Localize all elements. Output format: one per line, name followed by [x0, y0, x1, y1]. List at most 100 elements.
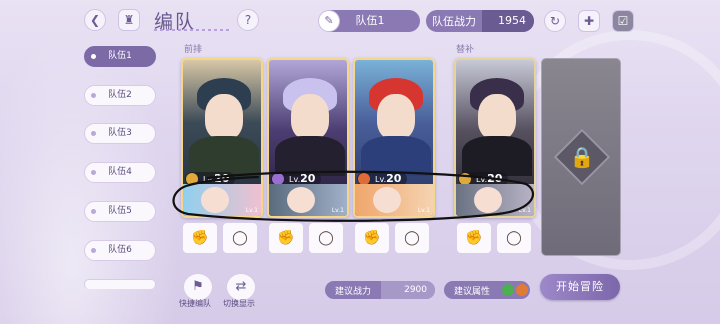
- tab-dot-icon: [91, 131, 96, 136]
- add-team-button[interactable]: ✚: [578, 10, 600, 32]
- refresh-icon: ↻: [549, 14, 561, 28]
- equip-slot-gauntlet[interactable]: ✊: [268, 222, 304, 254]
- support-card[interactable]: Lv.1: [355, 184, 433, 216]
- support-card[interactable]: Lv.1: [269, 184, 347, 216]
- team-tab-3[interactable]: 队伍3: [84, 123, 156, 144]
- start-adventure-button[interactable]: 开始冒险: [540, 274, 620, 300]
- equip-slot-gauntlet[interactable]: ✊: [182, 222, 218, 254]
- recommended-power: 建议战力 2900: [325, 281, 435, 299]
- team-tab-1[interactable]: 队伍1: [84, 46, 156, 67]
- tab-dot-icon: [91, 170, 96, 175]
- level-prefix: Lv.: [203, 175, 215, 184]
- character-body: [462, 136, 532, 176]
- ring-icon: ◯: [506, 230, 522, 246]
- quick-formation-button[interactable]: ⚑: [183, 273, 213, 301]
- gauntlet-icon: ✊: [363, 230, 381, 246]
- ring-icon: ◯: [232, 230, 248, 246]
- tab-dot-icon: [91, 93, 96, 98]
- gauntlet-icon: ✊: [277, 230, 295, 246]
- pen-icon[interactable]: ✎: [318, 10, 340, 32]
- gauntlet-icon: ✊: [191, 230, 209, 246]
- recommended-attribute-label: 建议属性: [454, 286, 491, 297]
- support-level: Lv.1: [245, 207, 258, 214]
- support-portrait: [474, 187, 502, 213]
- swap-arrows-icon: ⇄: [235, 279, 247, 294]
- gauntlet-icon: ✊: [465, 230, 483, 246]
- character-card-1[interactable]: Lv.20 Lv.1: [181, 58, 263, 218]
- fire-attribute-icon: [516, 284, 529, 296]
- back-arrow-icon: ❮: [89, 13, 101, 27]
- recommended-power-value: 2900: [381, 281, 435, 299]
- quick-formation-label: 快捷编队: [179, 299, 211, 308]
- team-name-field[interactable]: ✎ 队伍1: [318, 10, 420, 32]
- support-portrait: [373, 187, 401, 213]
- recommended-attribute: 建议属性: [444, 281, 530, 299]
- refresh-button[interactable]: ↻: [544, 10, 566, 32]
- equip-slot-gauntlet[interactable]: ✊: [456, 222, 492, 254]
- support-portrait: [287, 187, 315, 213]
- level-prefix: Lv.: [375, 175, 387, 184]
- character-card-2[interactable]: Lv.20 Lv.1: [267, 58, 349, 218]
- character-portrait: [291, 94, 329, 140]
- page-title: 编队: [154, 7, 233, 34]
- team-tab-partial[interactable]: [84, 279, 156, 289]
- team-tab-5[interactable]: 队伍5: [84, 201, 156, 222]
- team-tab-4[interactable]: 队伍4: [84, 162, 156, 183]
- team-tab-label: 队伍4: [108, 167, 132, 177]
- front-row-label: 前排: [184, 45, 203, 55]
- character-portrait: [377, 94, 415, 140]
- ring-icon: ◯: [404, 230, 420, 246]
- add-page-icon: ✚: [583, 14, 595, 28]
- castle-icon: ♜: [123, 13, 135, 27]
- character-body: [189, 136, 259, 176]
- nature-attribute-icon: [502, 284, 515, 296]
- help-button[interactable]: ?: [237, 9, 259, 31]
- tab-dot-icon: [91, 209, 96, 214]
- team-tab-label: 队伍6: [108, 245, 132, 255]
- locked-slot[interactable]: 🔒: [541, 58, 621, 256]
- equip-slot-ring[interactable]: ◯: [496, 222, 532, 254]
- team-power-value: 1954: [482, 10, 534, 32]
- team-tab-2[interactable]: 队伍2: [84, 85, 156, 106]
- team-power: 队伍战力 1954: [426, 10, 534, 32]
- support-card[interactable]: Lv.1: [456, 184, 534, 216]
- team-tab-label: 队伍5: [108, 206, 132, 216]
- switch-display-button[interactable]: ⇄: [226, 273, 256, 301]
- tab-dot-icon: [91, 248, 96, 253]
- support-level: Lv.1: [518, 207, 531, 214]
- lock-icon: 🔒: [569, 145, 595, 169]
- character-card-3[interactable]: Lv.20 Lv.1: [353, 58, 435, 218]
- character-portrait: [478, 94, 516, 140]
- team-name-label: 队伍1: [355, 14, 385, 27]
- equip-slot-gauntlet[interactable]: ✊: [354, 222, 390, 254]
- switch-display-label: 切换显示: [223, 299, 255, 308]
- tab-dot-icon: [91, 54, 96, 59]
- substitute-label: 替补: [456, 45, 475, 55]
- recommended-power-label: 建议战力: [335, 286, 372, 297]
- support-portrait: [201, 187, 229, 213]
- team-tab-label: 队伍3: [108, 128, 132, 138]
- character-body: [275, 136, 345, 176]
- team-tab-6[interactable]: 队伍6: [84, 240, 156, 261]
- support-level: Lv.1: [331, 207, 344, 214]
- equip-slot-ring[interactable]: ◯: [308, 222, 344, 254]
- clipboard-icon: ☑: [617, 14, 629, 28]
- ring-icon: ◯: [318, 230, 334, 246]
- support-level: Lv.1: [417, 207, 430, 214]
- level-prefix: Lv.: [289, 175, 301, 184]
- character-body: [361, 136, 431, 176]
- team-tab-label: 队伍1: [108, 51, 132, 61]
- home-button[interactable]: ♜: [118, 9, 140, 31]
- level-prefix: Lv.: [476, 175, 488, 184]
- character-portrait: [205, 94, 243, 140]
- question-icon: ?: [244, 13, 252, 27]
- team-tab-label: 队伍2: [108, 90, 132, 100]
- bookmark-icon: ⚑: [192, 279, 204, 294]
- equip-slot-ring[interactable]: ◯: [222, 222, 258, 254]
- back-button[interactable]: ❮: [84, 9, 106, 31]
- clipboard-button[interactable]: ☑: [612, 10, 634, 32]
- character-card-substitute[interactable]: Lv.20 Lv.1: [454, 58, 536, 218]
- team-power-label: 队伍战力: [432, 15, 476, 28]
- support-card[interactable]: Lv.1: [183, 184, 261, 216]
- equip-slot-ring[interactable]: ◯: [394, 222, 430, 254]
